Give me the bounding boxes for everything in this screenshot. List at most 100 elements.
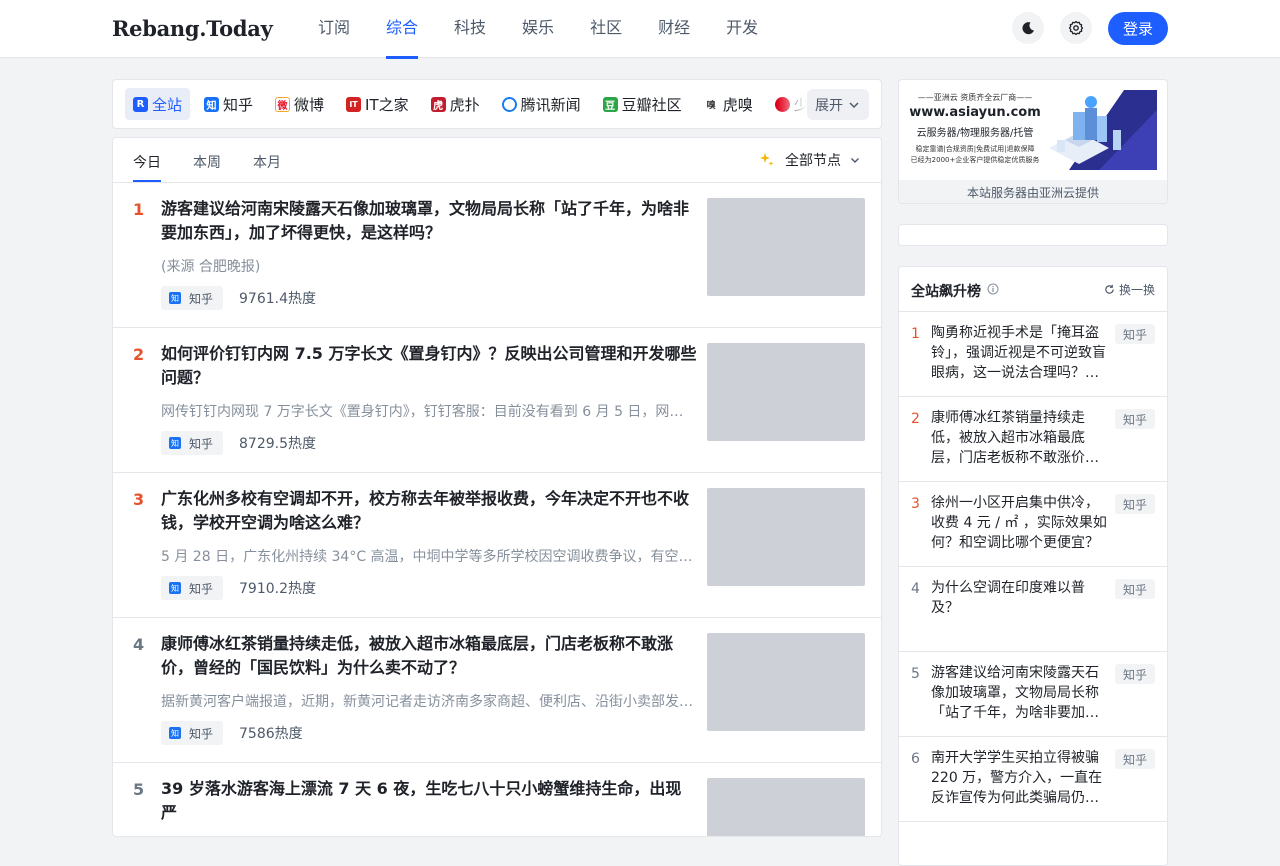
- article-title[interactable]: 游客建议给河南宋陵露天石像加玻璃罩，文物局局长称「站了千年，为啥非要加东西」，加…: [161, 197, 697, 245]
- tab-today[interactable]: 今日: [133, 152, 161, 172]
- top-header: Rebang.Today 订阅 综合 科技 娱乐 社区 财经 开发 登录: [0, 0, 1280, 59]
- chevron-down-icon: [849, 101, 859, 108]
- weibo-icon: 微: [275, 96, 291, 112]
- article-title[interactable]: 如何评价钉钉内网 7.5 万字长文《置身钉内》？反映出公司管理和开发哪些问题？: [161, 342, 697, 390]
- zhihu-icon: 知: [169, 582, 181, 594]
- article-desc: 网传钉钉内网现 7 万字长文《置身钉内》，钉钉客服：目前没有看到 6 月 5 日…: [161, 404, 693, 420]
- empty-widget: [898, 224, 1168, 246]
- all-sites-icon: R: [133, 96, 148, 112]
- source-tab-douban[interactable]: 豆 豆瓣社区: [595, 88, 690, 120]
- rising-item[interactable]: 3 徐州一小区开启集中供冷，收费 4 元 / ㎡ ，实际效果如何？和空调比哪个更…: [899, 482, 1167, 567]
- source-tab-huxiu[interactable]: 嗅 虎嗅: [696, 88, 761, 120]
- article-thumbnail[interactable]: [707, 343, 865, 441]
- sponsor-text: ——亚洲云 资质齐全云厂商—— www.asiayun.com 云服务器/物理服…: [909, 92, 1041, 165]
- nav-item-tech[interactable]: 科技: [436, 0, 504, 58]
- tencent-news-icon: [501, 96, 517, 112]
- source-tab-hupu[interactable]: 虎 虎扑: [423, 88, 488, 120]
- tab-this-week[interactable]: 本周: [193, 152, 221, 172]
- rising-text[interactable]: 康师傅冰红茶销量持续走低，被放入超市冰箱最底层，门店老板称不敢涨价，曾经的「国民…: [931, 408, 1111, 468]
- rising-item[interactable]: 2 康师傅冰红茶销量持续走低，被放入超市冰箱最底层，门店老板称不敢涨价，曾经的「…: [899, 397, 1167, 482]
- article-thumbnail[interactable]: [707, 198, 865, 296]
- refresh-label: 换一换: [1118, 283, 1155, 297]
- sponsor-banner[interactable]: ——亚洲云 资质齐全云厂商—— www.asiayun.com 云服务器/物理服…: [909, 90, 1157, 170]
- article-meta: 知知乎 9761.4热度: [161, 286, 316, 310]
- source-tabs-bar: R 全站 知 知乎 微 微博 IT IT之家 虎 虎扑 腾讯新闻 豆 豆瓣社区 …: [112, 79, 882, 129]
- article-title[interactable]: 39 岁落水游客海上漂流 7 天 6 夜，生吃七八十只小螃蟹维持生命，出现严: [161, 777, 697, 825]
- source-tag[interactable]: 知知乎: [161, 431, 224, 455]
- source-tab-label: 虎扑: [449, 95, 480, 114]
- source-tab-label: 虎嗅: [722, 95, 753, 114]
- huxiu-icon: 嗅: [703, 96, 719, 112]
- moon-icon: [1022, 22, 1034, 35]
- article-title[interactable]: 广东化州多校有空调却不开，校方称去年被举报收费，今年决定不开也不收钱，学校开空调…: [161, 487, 697, 535]
- node-select-dropdown[interactable]: 全部节点: [759, 150, 861, 170]
- rising-rank: 1: [911, 326, 920, 342]
- rising-source-tag: 知乎: [1115, 579, 1155, 599]
- rising-text[interactable]: 为什么空调在印度难以普及？: [931, 578, 1111, 618]
- expand-button[interactable]: 展开: [807, 89, 869, 120]
- sponsor-clients: 已经为2000+企业客户提供稳定优质服务: [910, 156, 1040, 164]
- list-item[interactable]: 1 游客建议给河南宋陵露天石像加玻璃罩，文物局局长称「站了千年，为啥非要加东西」…: [113, 183, 881, 328]
- nav-item-general[interactable]: 综合: [368, 0, 436, 59]
- nav-item-finance[interactable]: 财经: [640, 0, 708, 58]
- article-desc: 据新黄河客户端报道，近期，新黄河记者走访济南多家商超、便利店、沿街小卖部发…: [161, 694, 693, 710]
- tab-this-month[interactable]: 本月: [253, 152, 281, 172]
- rising-card: 全站飙升榜 换一换 1 陶勇称近视手术是「掩耳盗铃」，强调近视是不可逆致盲眼病，…: [898, 266, 1168, 866]
- rising-title: 全站飙升榜: [911, 284, 981, 300]
- rising-item[interactable]: 6 南开大学学生买拍立得被骗 220 万，警方介入，一直在反诈宣传为何此类骗局仍…: [899, 737, 1167, 822]
- article-thumbnail[interactable]: [707, 778, 865, 836]
- list-item[interactable]: 2 如何评价钉钉内网 7.5 万字长文《置身钉内》？反映出公司管理和开发哪些问题…: [113, 328, 881, 473]
- rising-text[interactable]: 南开大学学生买拍立得被骗 220 万，警方介入，一直在反诈宣传为何此类骗局仍能得…: [931, 748, 1111, 808]
- rising-text[interactable]: 游客建议给河南宋陵露天石像加玻璃罩，文物局局长称「站了千年，为啥非要加东西」？: [931, 663, 1111, 723]
- rising-source-tag: 知乎: [1115, 324, 1155, 344]
- site-logo[interactable]: Rebang.Today: [112, 16, 273, 41]
- expand-label: 展开: [815, 97, 843, 114]
- source-tag-label: 知乎: [189, 436, 214, 451]
- ithome-icon: IT: [346, 96, 362, 112]
- zhihu-icon: 知: [169, 437, 181, 449]
- article-meta: 知知乎 8729.5热度: [161, 431, 316, 455]
- source-tab-weibo[interactable]: 微 微博: [267, 88, 332, 120]
- article-thumbnail[interactable]: [707, 488, 865, 586]
- nav-item-entertainment[interactable]: 娱乐: [504, 0, 572, 58]
- article-title[interactable]: 康师傅冰红茶销量持续走低，被放入超市冰箱最底层，门店老板称不敢涨价，曾经的「国民…: [161, 632, 697, 680]
- source-tab-tencent-news[interactable]: 腾讯新闻: [494, 88, 589, 120]
- fade-overlay: [777, 80, 807, 128]
- source-tag[interactable]: 知知乎: [161, 721, 224, 745]
- rising-rank: 4: [911, 581, 920, 597]
- nav-item-dev[interactable]: 开发: [708, 0, 776, 58]
- settings-button[interactable]: [1060, 12, 1092, 44]
- rising-text[interactable]: 徐州一小区开启集中供冷，收费 4 元 / ㎡ ，实际效果如何？和空调比哪个更便宜…: [931, 493, 1111, 553]
- rank-number: 2: [133, 345, 145, 364]
- rank-number: 3: [133, 490, 145, 509]
- sponsor-url: www.asiayun.com: [909, 105, 1041, 120]
- info-icon[interactable]: [987, 283, 999, 295]
- rising-text[interactable]: 陶勇称近视手术是「掩耳盗铃」，强调近视是不可逆致盲眼病，这一说法合理吗？有哪些依…: [931, 323, 1111, 383]
- source-tab-zhihu[interactable]: 知 知乎: [196, 88, 261, 120]
- source-tag-label: 知乎: [189, 291, 214, 306]
- source-tab-ithome[interactable]: IT IT之家: [338, 88, 417, 120]
- active-tab-indicator: [133, 180, 161, 182]
- refresh-button[interactable]: 换一换: [1104, 281, 1155, 298]
- rising-item[interactable]: 1 陶勇称近视手术是「掩耳盗铃」，强调近视是不可逆致盲眼病，这一说法合理吗？有哪…: [899, 312, 1167, 397]
- dark-mode-toggle[interactable]: [1012, 12, 1044, 44]
- source-tab-all[interactable]: R 全站: [125, 88, 191, 120]
- source-tag[interactable]: 知知乎: [161, 576, 224, 600]
- zhihu-icon: 知: [169, 292, 181, 304]
- nav-item-community[interactable]: 社区: [572, 0, 640, 58]
- list-item[interactable]: 4 康师傅冰红茶销量持续走低，被放入超市冰箱最底层，门店老板称不敢涨价，曾经的「…: [113, 618, 881, 763]
- hupu-icon: 虎: [430, 96, 446, 112]
- chevron-down-icon: [851, 158, 859, 163]
- rank-number: 5: [133, 780, 145, 799]
- rising-item[interactable]: 4 为什么空调在印度难以普及？ 知乎: [899, 567, 1167, 652]
- list-item[interactable]: 3 广东化州多校有空调却不开，校方称去年被举报收费，今年决定不开也不收钱，学校开…: [113, 473, 881, 618]
- sponsor-card: ——亚洲云 资质齐全云厂商—— www.asiayun.com 云服务器/物理服…: [898, 79, 1168, 204]
- login-button[interactable]: 登录: [1108, 12, 1168, 45]
- list-item[interactable]: 5 39 岁落水游客海上漂流 7 天 6 夜，生吃七八十只小螃蟹维持生命，出现严: [113, 763, 881, 836]
- source-tab-label: 豆瓣社区: [621, 95, 682, 114]
- source-tag[interactable]: 知知乎: [161, 286, 224, 310]
- source-tabs: R 全站 知 知乎 微 微博 IT IT之家 虎 虎扑 腾讯新闻 豆 豆瓣社区 …: [125, 88, 823, 120]
- article-thumbnail[interactable]: [707, 633, 865, 731]
- rising-item[interactable]: 5 游客建议给河南宋陵露天石像加玻璃罩，文物局局长称「站了千年，为啥非要加东西」…: [899, 652, 1167, 737]
- nav-item-subscribe[interactable]: 订阅: [300, 0, 368, 58]
